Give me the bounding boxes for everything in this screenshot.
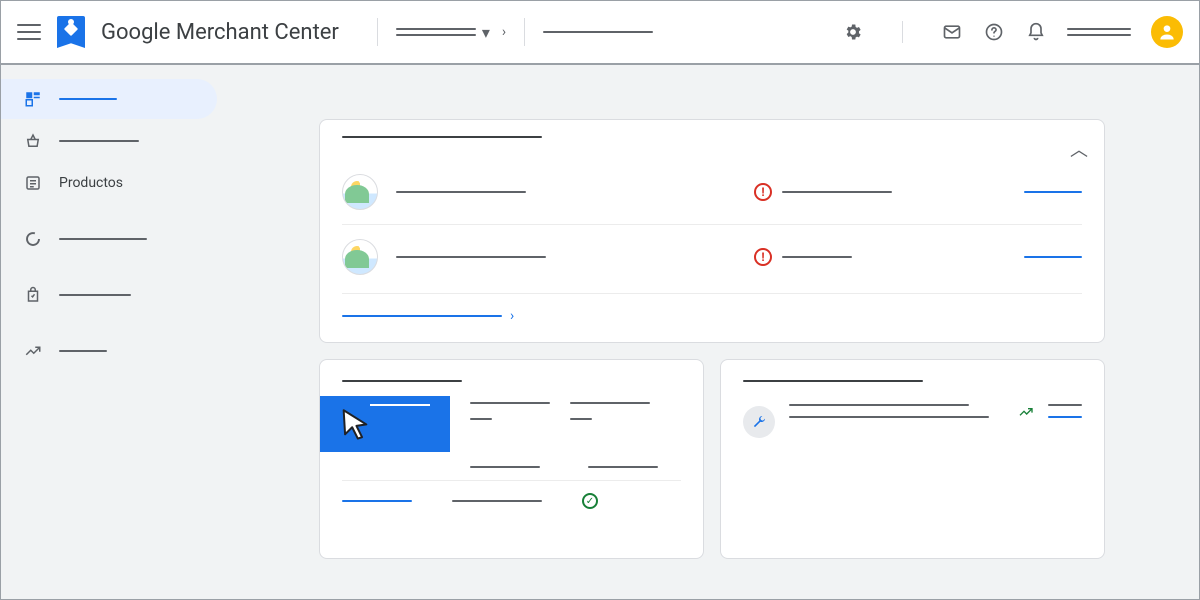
merchant-center-logo-icon [57, 16, 85, 48]
donut-icon [23, 229, 43, 249]
stat-value [470, 418, 492, 420]
sidebar-item-label [59, 350, 107, 352]
divider [524, 18, 525, 46]
sidebar-item-shopping[interactable] [1, 121, 217, 161]
stat-value [570, 418, 592, 420]
sidebar-item-label: Productos [59, 175, 123, 191]
issue-row[interactable]: ! [342, 160, 1082, 224]
bag-icon [23, 285, 43, 305]
dropdown-caret-icon: ▾ [482, 23, 490, 42]
breadcrumb-caret-icon: › [502, 24, 506, 40]
chevron-right-icon: › [510, 308, 514, 324]
error-icon: ! [754, 183, 772, 201]
help-icon[interactable] [983, 21, 1005, 43]
user-avatar[interactable] [1151, 16, 1183, 48]
list-icon [23, 173, 43, 193]
issue-description [396, 256, 546, 258]
card-title [342, 136, 542, 138]
stat-label [570, 402, 650, 404]
sidebar-item-performance[interactable] [1, 219, 217, 259]
issues-card: ︿ ! ! [319, 119, 1105, 343]
divider [377, 18, 378, 46]
stats-card: ✓ [319, 359, 704, 559]
notifications-icon[interactable] [1025, 21, 1047, 43]
stat-secondary [588, 466, 658, 468]
error-icon: ! [754, 248, 772, 266]
issue-description [396, 191, 526, 193]
highlighted-metric[interactable] [320, 396, 450, 452]
sidebar-item-label [59, 238, 147, 240]
sidebar-item-growth[interactable] [1, 331, 217, 371]
sidebar-item-overview[interactable] [1, 79, 217, 119]
dashboard-icon [23, 89, 43, 109]
issue-action-link[interactable] [1024, 256, 1082, 258]
mail-icon[interactable] [941, 21, 963, 43]
card-title [342, 380, 462, 382]
issue-action-link[interactable] [1024, 191, 1082, 193]
issue-row[interactable]: ! [342, 224, 1082, 289]
menu-icon[interactable] [17, 20, 41, 44]
main-content: ︿ ! ! [225, 65, 1199, 599]
user-label-placeholder [1067, 28, 1131, 36]
divider [342, 480, 681, 481]
sidebar-item-label [59, 294, 131, 296]
divider [902, 21, 903, 43]
ok-icon: ✓ [582, 493, 598, 509]
sidebar-item-label [59, 98, 117, 100]
insight-meta [1048, 404, 1082, 406]
account-selector[interactable]: ▾ › [396, 23, 506, 42]
view-all-link[interactable]: › [342, 293, 1082, 332]
insight-item[interactable] [721, 404, 1104, 438]
settings-icon[interactable] [842, 21, 864, 43]
product-thumb-icon [342, 239, 378, 275]
insights-card [720, 359, 1105, 559]
issue-status-text [782, 256, 852, 258]
sidebar-item-label [59, 140, 139, 142]
header-secondary-placeholder [543, 31, 653, 33]
issue-status-text [782, 191, 892, 193]
trend-up-icon [1018, 404, 1034, 424]
stats-footer-value [452, 500, 542, 502]
stat-secondary [470, 466, 540, 468]
cursor-icon [338, 406, 372, 440]
sidebar-item-products[interactable]: Productos [1, 163, 217, 203]
trend-icon [23, 341, 43, 361]
wrench-icon [743, 406, 775, 438]
card-title [743, 380, 923, 382]
sidebar: Productos [1, 65, 225, 599]
app-title: Google Merchant Center [101, 20, 339, 45]
insight-line [789, 416, 989, 418]
stats-footer-link[interactable] [342, 500, 412, 502]
sidebar-item-orders[interactable] [1, 275, 217, 315]
insight-line [789, 404, 969, 406]
insight-action-link[interactable] [1048, 416, 1082, 418]
collapse-icon[interactable]: ︿ [1070, 136, 1088, 162]
product-thumb-icon [342, 174, 378, 210]
stat-label [470, 402, 550, 404]
basket-icon [23, 131, 43, 151]
app-header: Google Merchant Center ▾ › [1, 1, 1199, 65]
